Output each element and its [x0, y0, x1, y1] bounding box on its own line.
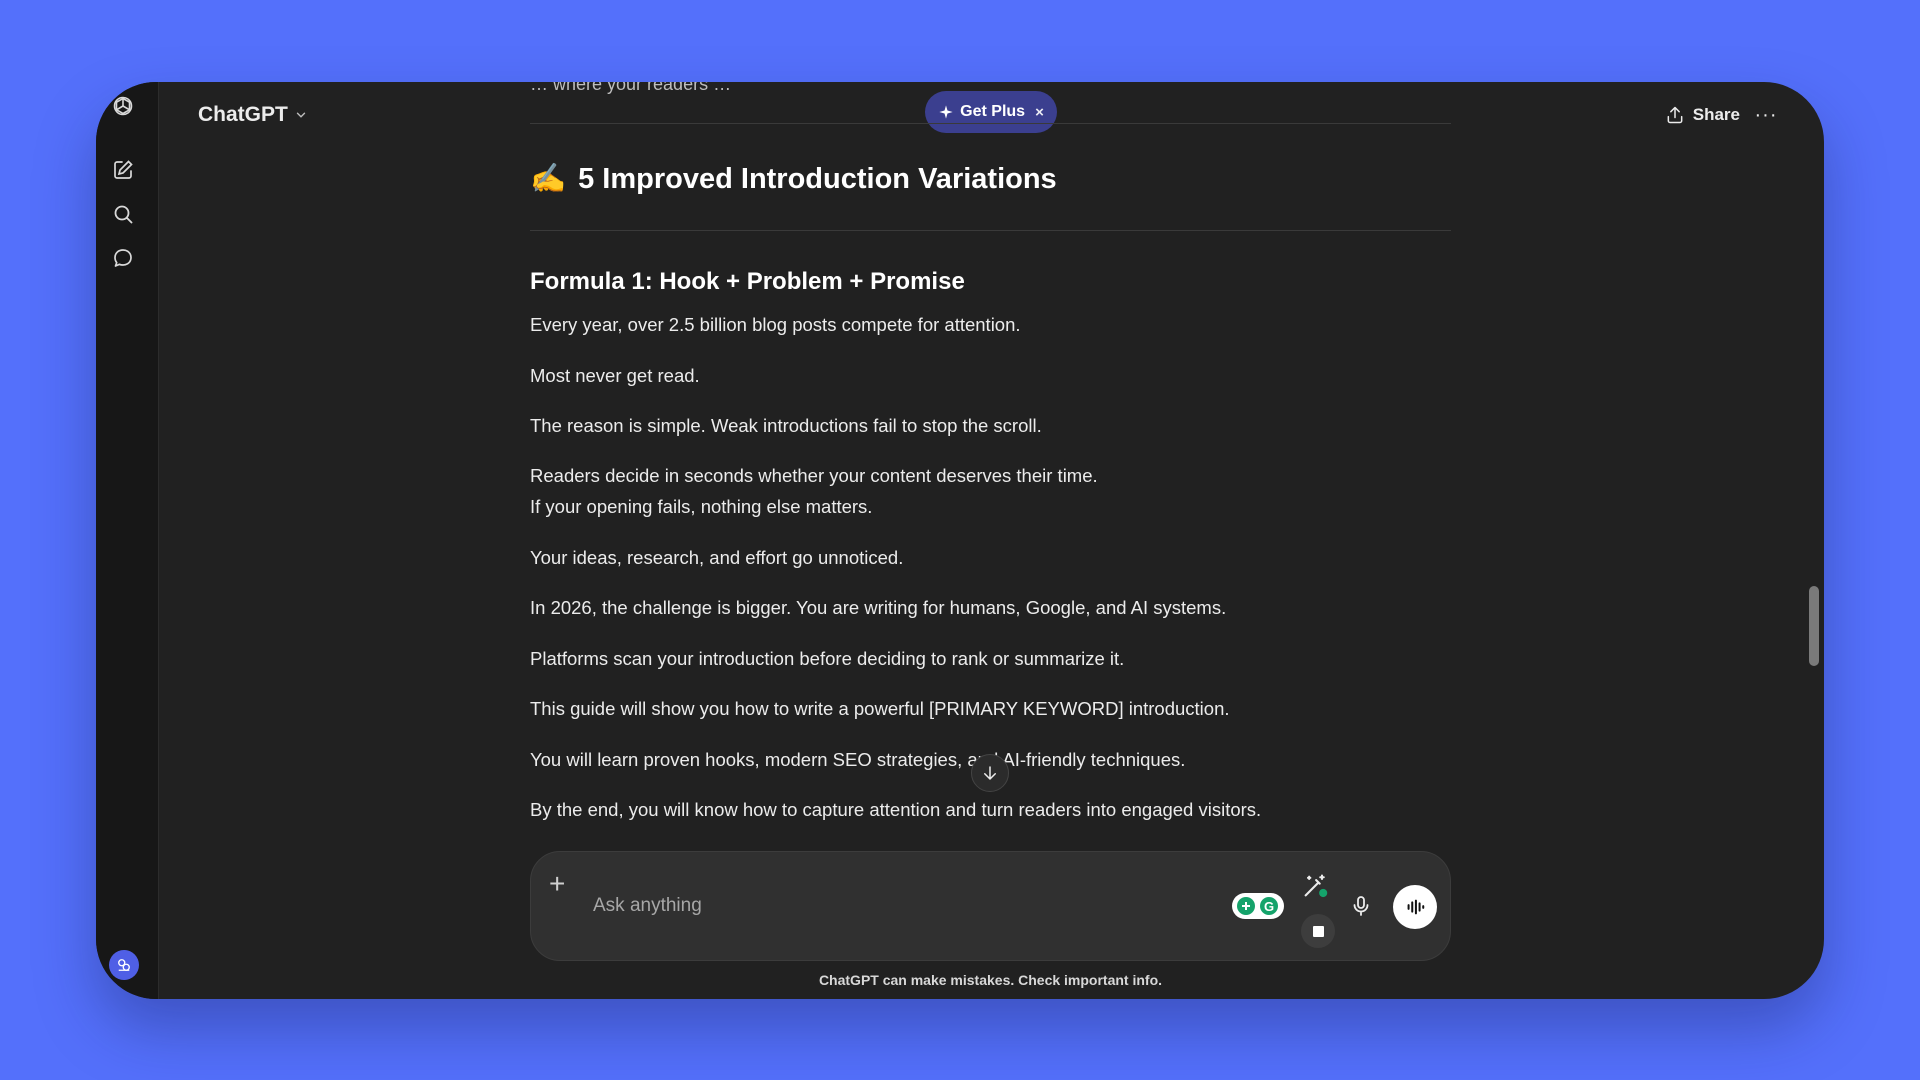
heading-text: 5 Improved Introduction Variations [578, 162, 1057, 195]
paragraph: Most never get read. [530, 365, 700, 386]
disclaimer-text: ChatGPT can make mistakes. Check importa… [818, 972, 1163, 988]
paragraph: Readers decide in seconds whether your c… [530, 465, 1098, 486]
scrollbar-thumb[interactable] [1809, 586, 1819, 666]
search-icon[interactable] [111, 202, 135, 226]
more-options-button[interactable]: ··· [1752, 100, 1780, 130]
model-selector[interactable]: ChatGPT [198, 100, 308, 130]
avatar[interactable] [109, 950, 139, 980]
paragraph: You will learn proven hooks, modern SEO … [530, 749, 1186, 770]
voice-mode-button[interactable] [1393, 885, 1437, 929]
app-name: ChatGPT [198, 103, 288, 126]
chevron-down-icon [296, 112, 306, 118]
close-icon[interactable]: × [1035, 104, 1044, 121]
paragraph: This guide will show you how to write a … [530, 698, 1230, 719]
share-button[interactable]: Share [1665, 100, 1740, 130]
paragraph: The reason is simple. Weak introductions… [530, 415, 1042, 436]
chat-bubble-icon[interactable] [111, 246, 135, 270]
openai-logo-icon[interactable] [111, 94, 135, 118]
grammarly-extension-icon[interactable]: G [1231, 892, 1285, 925]
stop-button[interactable] [1301, 914, 1335, 948]
paragraph: If your opening fails, nothing else matt… [530, 496, 873, 517]
section-heading: ✍️ 5 Improved Introduction Variations [530, 162, 1057, 196]
new-chat-icon[interactable] [111, 158, 135, 182]
sparkle-icon [939, 105, 953, 119]
paragraph: Platforms scan your introduction before … [530, 648, 1125, 669]
paragraph: In 2026, the challenge is bigger. You ar… [530, 597, 1227, 618]
prompt-input[interactable] [591, 890, 1155, 922]
svg-text:G: G [1264, 899, 1274, 914]
share-label: Share [1692, 105, 1740, 124]
share-icon [1667, 106, 1683, 124]
formula-heading: Formula 1: Hook + Problem + Promise [530, 268, 965, 295]
stop-icon [1312, 925, 1324, 937]
get-plus-button[interactable]: Get Plus × [925, 91, 1057, 133]
add-attachment-button[interactable]: + [549, 870, 565, 898]
get-plus-label: Get Plus [960, 103, 1026, 120]
scroll-to-bottom-button[interactable] [971, 754, 1009, 792]
magic-pen-icon[interactable] [1301, 872, 1329, 905]
divider [530, 123, 1451, 124]
chatgpt-window: ChatGPT … where your readers … Get Plus … [96, 82, 1824, 999]
message-composer: + G [530, 851, 1451, 961]
paragraph: Your ideas, research, and effort go unno… [530, 547, 904, 568]
sidebar [96, 82, 159, 999]
voice-waveform-icon [1407, 899, 1425, 915]
divider [530, 230, 1451, 231]
microphone-icon[interactable] [1349, 894, 1373, 923]
paragraph: Every year, over 2.5 billion blog posts … [530, 314, 1021, 335]
paragraph: By the end, you will know how to capture… [530, 799, 1262, 820]
writing-hand-emoji: ✍️ [530, 163, 567, 195]
previous-message-fragment: … where your readers … [530, 82, 732, 94]
arrow-down-icon [984, 766, 996, 780]
